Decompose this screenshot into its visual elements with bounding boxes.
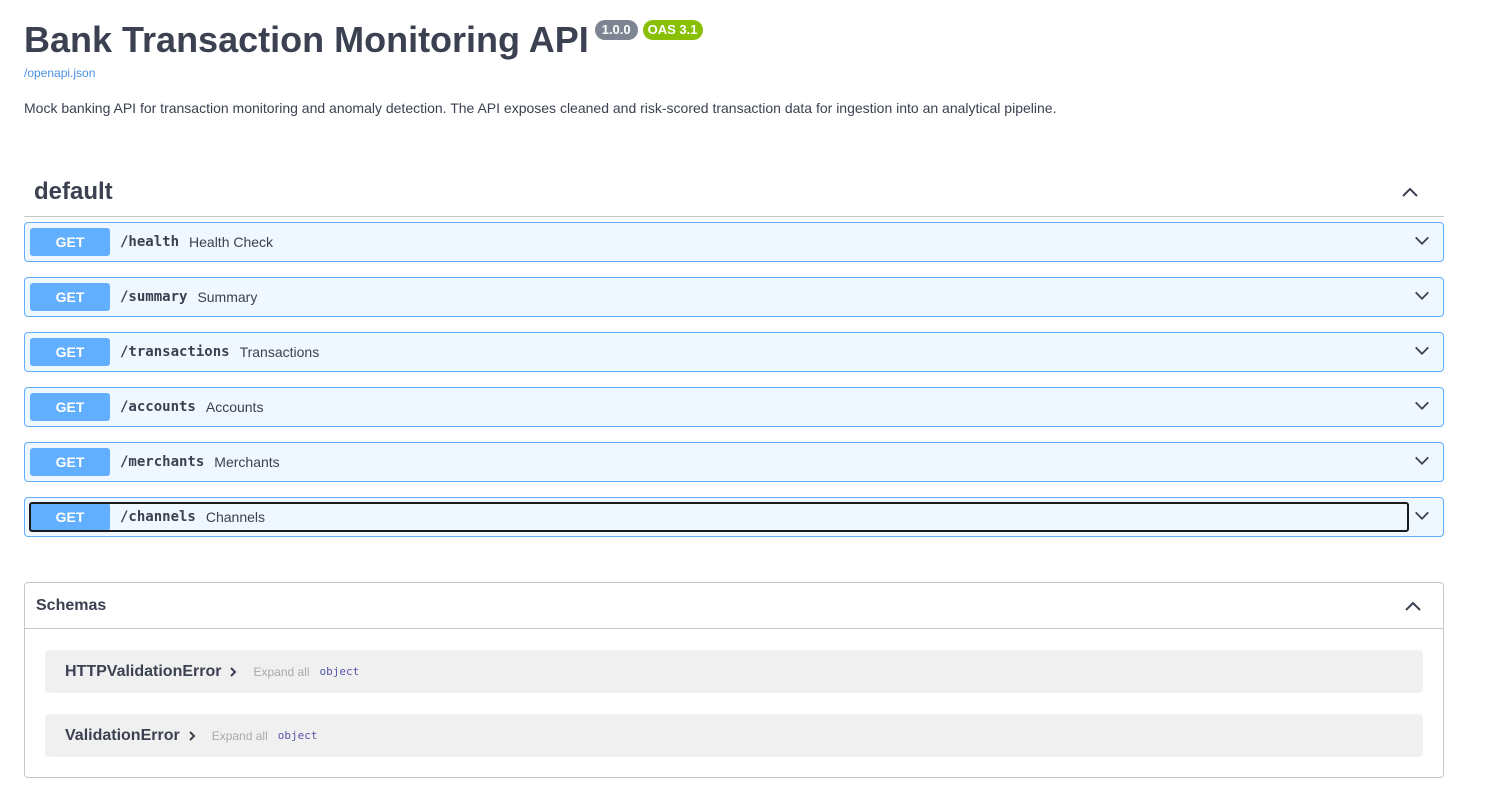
oas-badge: OAS 3.1 bbox=[642, 20, 703, 40]
operation-summary: Health Check bbox=[189, 234, 274, 250]
model-type: object bbox=[277, 729, 318, 742]
method-badge: GET bbox=[30, 503, 110, 531]
schemas-title: Schemas bbox=[36, 596, 107, 614]
operation-path: /summary bbox=[120, 289, 188, 305]
operation-summary: Summary bbox=[197, 289, 258, 305]
operation-summary: Channels bbox=[205, 509, 266, 525]
operation-summary: Transactions bbox=[239, 344, 320, 360]
model-type: object bbox=[319, 665, 360, 678]
chevron-up-icon[interactable] bbox=[1400, 182, 1420, 202]
operation-path: /health bbox=[120, 234, 180, 250]
chevron-down-icon[interactable] bbox=[1413, 342, 1431, 360]
operation-summary: Accounts bbox=[205, 399, 264, 415]
chevron-down-icon[interactable] bbox=[1413, 232, 1431, 250]
chevron-down-icon[interactable] bbox=[1413, 507, 1431, 525]
method-badge: GET bbox=[30, 393, 110, 421]
api-description: Mock banking API for transaction monitor… bbox=[24, 100, 1057, 116]
model-httpvalidationerror[interactable]: HTTPValidationError Expand all object bbox=[45, 650, 1423, 693]
chevron-down-icon[interactable] bbox=[1413, 452, 1431, 470]
operation-get-merchants[interactable]: GET /merchants Merchants bbox=[24, 442, 1444, 482]
chevron-right-icon[interactable] bbox=[227, 666, 239, 678]
schemas-section: Schemas HTTPValidationError Expand all o… bbox=[24, 582, 1444, 778]
tag-section-default: default GET /health Health Check GET /su… bbox=[24, 168, 1444, 537]
operation-get-summary[interactable]: GET /summary Summary bbox=[24, 277, 1444, 317]
tag-header[interactable]: default bbox=[24, 168, 1444, 217]
method-badge: GET bbox=[30, 448, 110, 476]
method-badge: GET bbox=[30, 338, 110, 366]
expand-all-button[interactable]: Expand all bbox=[212, 729, 268, 743]
method-badge: GET bbox=[30, 228, 110, 256]
chevron-down-icon[interactable] bbox=[1413, 287, 1431, 305]
operation-get-health[interactable]: GET /health Health Check bbox=[24, 222, 1444, 262]
schemas-header[interactable]: Schemas bbox=[25, 583, 1443, 629]
api-info: Bank Transaction Monitoring API 1.0.0 OA… bbox=[24, 18, 1444, 116]
operation-get-accounts[interactable]: GET /accounts Accounts bbox=[24, 387, 1444, 427]
operation-path: /channels bbox=[120, 509, 196, 525]
operation-path: /transactions bbox=[120, 344, 230, 360]
model-validationerror[interactable]: ValidationError Expand all object bbox=[45, 714, 1423, 757]
operation-summary: Merchants bbox=[214, 454, 280, 470]
operation-get-channels[interactable]: GET /channels Channels bbox=[24, 497, 1444, 537]
model-name: HTTPValidationError bbox=[65, 662, 222, 680]
operation-path: /merchants bbox=[120, 454, 205, 470]
title-row: Bank Transaction Monitoring API 1.0.0 OA… bbox=[24, 18, 1444, 62]
tag-name: default bbox=[34, 178, 113, 205]
model-name: ValidationError bbox=[65, 726, 180, 744]
operation-path: /accounts bbox=[120, 399, 196, 415]
expand-all-button[interactable]: Expand all bbox=[253, 665, 309, 679]
api-title: Bank Transaction Monitoring API bbox=[24, 19, 589, 60]
chevron-down-icon[interactable] bbox=[1413, 397, 1431, 415]
chevron-up-icon[interactable] bbox=[1403, 596, 1423, 616]
operation-get-transactions[interactable]: GET /transactions Transactions bbox=[24, 332, 1444, 372]
openapi-json-link[interactable]: /openapi.json bbox=[24, 66, 1444, 80]
version-badge: 1.0.0 bbox=[594, 20, 638, 40]
chevron-right-icon[interactable] bbox=[186, 730, 198, 742]
method-badge: GET bbox=[30, 283, 110, 311]
